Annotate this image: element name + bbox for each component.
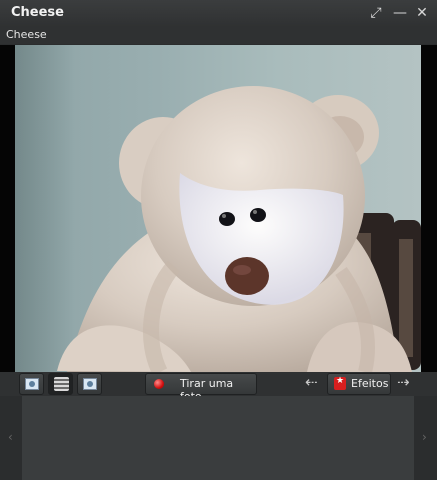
close-icon[interactable]: ✕	[414, 5, 430, 21]
video-mode-icon	[54, 377, 69, 391]
menu-bar: Cheese	[0, 27, 437, 44]
next-effects-icon[interactable]: ⇢	[397, 374, 410, 390]
video-mode-button[interactable]	[48, 373, 73, 395]
thumbnail-prev-icon[interactable]: ‹	[8, 430, 13, 444]
effects-label: Efeitos	[351, 377, 389, 390]
app-menu[interactable]: Cheese	[6, 28, 47, 41]
camera-viewport	[0, 45, 437, 372]
thumbnail-next-icon[interactable]: ›	[422, 430, 427, 444]
camera-preview	[15, 45, 421, 372]
fullscreen-icon[interactable]: ⤢	[368, 5, 384, 21]
teddy-bear-image	[57, 86, 412, 372]
window-title: Cheese	[11, 5, 64, 20]
minimize-icon[interactable]: —	[392, 5, 408, 21]
burst-mode-button[interactable]	[77, 373, 102, 395]
take-photo-button[interactable]: Tirar uma foto	[145, 373, 257, 403]
toolbar: Tirar uma foto ⇠ Efeitos ⇢	[0, 372, 437, 403]
photo-mode-icon	[25, 378, 39, 390]
effects-button[interactable]: Efeitos	[327, 373, 391, 395]
photo-mode-button[interactable]	[19, 373, 44, 395]
title-bar: Cheese ⤢ — ✕	[0, 0, 437, 28]
burst-mode-icon	[83, 378, 97, 390]
effects-icon	[334, 376, 346, 390]
record-icon	[154, 379, 164, 389]
previous-effects-icon[interactable]: ⇠	[305, 374, 318, 390]
thumbnail-strip[interactable]	[22, 396, 414, 480]
